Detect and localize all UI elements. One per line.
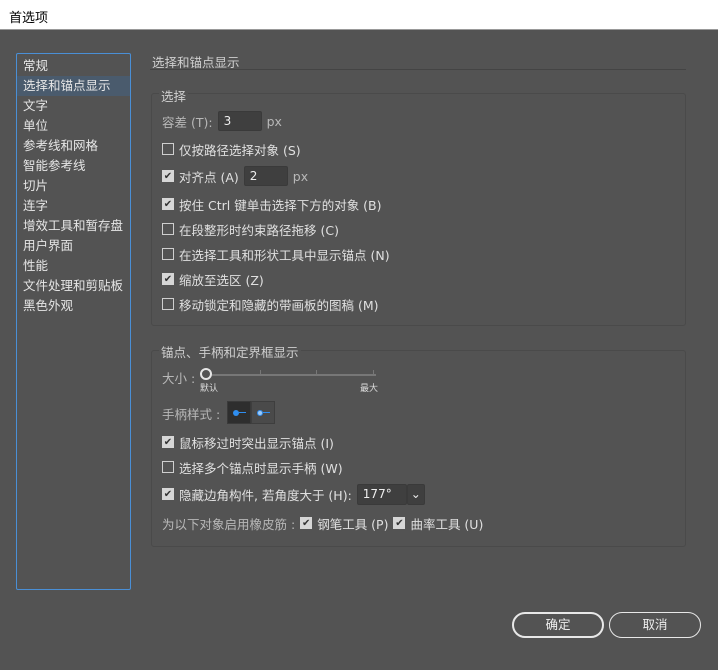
checkbox[interactable] (162, 461, 174, 473)
snap-to-point-row[interactable]: ✔ 对齐点 (A) 2 px (162, 166, 308, 186)
size-label: 大小 : (162, 370, 196, 386)
tolerance-row: 容差 (T): 3 px (162, 111, 282, 131)
handle-line (239, 412, 246, 413)
divider (150, 69, 686, 70)
selection-group-label: 选择 (159, 86, 189, 105)
checkbox-checked[interactable]: ✔ (162, 488, 174, 500)
handle-line (263, 412, 270, 413)
rubber-band-row: 为以下对象启用橡皮筋 : ✔ 钢笔工具 (P) ✔ 曲率工具 (U) (162, 513, 483, 533)
sidebar-item-smart-guides[interactable]: 智能参考线 (17, 156, 130, 176)
checkbox[interactable] (162, 248, 174, 260)
checkbox-label: 仅按路径选择对象 (S) (179, 142, 301, 158)
checkbox-label: 隐藏边角构件, 若角度大于 (H): (179, 487, 352, 503)
sidebar-item-performance[interactable]: 性能 (17, 256, 130, 276)
checkbox-label: 在段整形时约束路径拖移 (C) (179, 222, 339, 238)
sidebar-item-selection-anchor[interactable]: 选择和锚点显示 (17, 76, 130, 96)
anchor-group-label: 锚点、手柄和定界框显示 (159, 342, 301, 361)
sidebar-item-hyphenation[interactable]: 连字 (17, 196, 130, 216)
checkbox-checked[interactable]: ✔ (162, 273, 174, 285)
sidebar-item-general[interactable]: 常规 (17, 56, 130, 76)
rubber-band-label: 为以下对象启用橡皮筋 : (162, 516, 296, 532)
handle-style-solid-button[interactable] (227, 401, 251, 424)
ctrl-click-below-row[interactable]: ✔ 按住 Ctrl 键单击选择下方的对象 (B) (162, 194, 382, 214)
sidebar-item-user-interface[interactable]: 用户界面 (17, 236, 130, 256)
size-min-label: 默认 (200, 384, 219, 394)
title-bar: 首选项 (0, 0, 718, 30)
sidebar-item-guides-grid[interactable]: 参考线和网格 (17, 136, 130, 156)
size-slider-handle[interactable] (200, 368, 212, 380)
curvature-tool-label: 曲率工具 (U) (410, 516, 484, 532)
snap-to-point-input[interactable]: 2 (243, 166, 288, 186)
sidebar-item-file-clipboard[interactable]: 文件处理和剪贴板 (17, 276, 130, 296)
category-list[interactable]: 常规 选择和锚点显示 文字 单位 参考线和网格 智能参考线 切片 连字 增效工具… (16, 53, 131, 590)
chevron-down-icon[interactable]: ⌄ (406, 483, 425, 505)
object-selection-by-path-row[interactable]: 仅按路径选择对象 (S) (162, 139, 301, 159)
constrain-path-drag-row[interactable]: 在段整形时约束路径拖移 (C) (162, 219, 339, 239)
checkbox-label: 缩放至选区 (Z) (179, 272, 264, 288)
size-max-label: 最大 (360, 384, 379, 394)
sidebar-item-slices[interactable]: 切片 (17, 176, 130, 196)
pen-tool-label: 钢笔工具 (P) (317, 516, 389, 532)
checkbox[interactable] (162, 223, 174, 235)
slider-tick (316, 370, 317, 376)
corner-angle-input[interactable]: 177° (356, 483, 407, 505)
ok-button[interactable]: 确定 (512, 612, 604, 638)
slider-tick (260, 370, 261, 376)
curvature-tool-checkbox[interactable]: ✔ (393, 517, 406, 529)
checkbox[interactable] (162, 143, 174, 155)
checkbox-checked[interactable]: ✔ (162, 198, 174, 210)
checkbox[interactable] (162, 298, 174, 310)
hollow-handle-icon (257, 410, 263, 416)
tolerance-unit: px (266, 113, 282, 129)
show-anchor-points-row[interactable]: 在选择工具和形状工具中显示锚点 (N) (162, 244, 390, 264)
sidebar-item-black-appearance[interactable]: 黑色外观 (17, 296, 130, 316)
slider-tick (373, 370, 374, 376)
size-slider-track[interactable] (206, 374, 376, 376)
snap-unit: px (292, 168, 309, 184)
sidebar-item-units[interactable]: 单位 (17, 116, 130, 136)
tolerance-label: 容差 (T): (162, 114, 213, 130)
checkbox-checked[interactable]: ✔ (162, 170, 174, 182)
handle-style-label: 手柄样式 : (162, 406, 221, 422)
checkbox-label: 对齐点 (A) (179, 169, 239, 185)
checkbox-label: 鼠标移过时突出显示锚点 (I) (179, 435, 334, 451)
tolerance-input[interactable]: 3 (217, 111, 262, 131)
show-handles-multiple-row[interactable]: 选择多个锚点时显示手柄 (W) (162, 457, 343, 477)
pen-tool-checkbox[interactable]: ✔ (300, 517, 313, 529)
move-locked-hidden-row[interactable]: 移动锁定和隐藏的带画板的图稿 (M) (162, 294, 379, 314)
checkbox-label: 移动锁定和隐藏的带画板的图稿 (M) (179, 297, 379, 313)
solid-handle-icon (233, 410, 239, 416)
checkbox-checked[interactable]: ✔ (162, 436, 174, 448)
checkbox-label: 按住 Ctrl 键单击选择下方的对象 (B) (179, 197, 382, 213)
cancel-button[interactable]: 取消 (609, 612, 701, 638)
handle-style-hollow-button[interactable] (251, 401, 275, 424)
hide-corner-widget-row[interactable]: ✔ 隐藏边角构件, 若角度大于 (H): 177° ⌄ (162, 483, 425, 505)
sidebar-item-plugins-scratch[interactable]: 增效工具和暂存盘 (17, 216, 130, 236)
zoom-to-selection-row[interactable]: ✔ 缩放至选区 (Z) (162, 269, 264, 289)
checkbox-label: 选择多个锚点时显示手柄 (W) (179, 460, 343, 476)
highlight-anchors-row[interactable]: ✔ 鼠标移过时突出显示锚点 (I) (162, 432, 334, 452)
window-title: 首选项 (9, 11, 49, 26)
checkbox-label: 在选择工具和形状工具中显示锚点 (N) (179, 247, 390, 263)
sidebar-item-type[interactable]: 文字 (17, 96, 130, 116)
